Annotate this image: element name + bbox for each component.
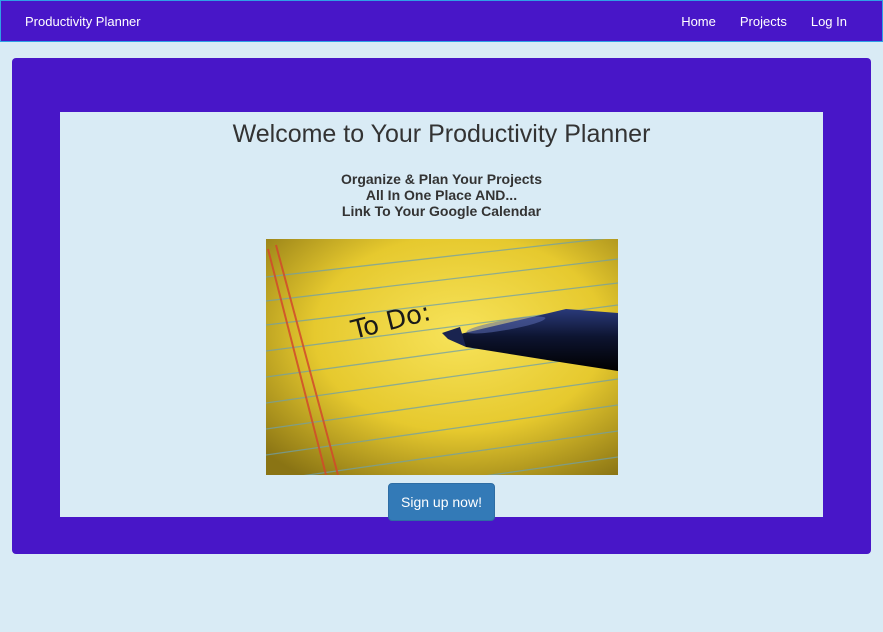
todo-notepad-image: To Do: (265, 239, 618, 475)
tagline: Organize & Plan Your Projects All In One… (60, 171, 823, 219)
navbar: Productivity Planner Home Projects Log I… (0, 0, 883, 42)
nav-links: Home Projects Log In (657, 14, 847, 29)
tagline-line: Organize & Plan Your Projects (341, 171, 542, 187)
tagline-line: Link To Your Google Calendar (341, 203, 542, 219)
hero-panel: Welcome to Your Productivity Planner Org… (12, 58, 871, 554)
hero-content: Welcome to Your Productivity Planner Org… (60, 112, 823, 521)
nav-link-login[interactable]: Log In (811, 14, 847, 29)
nav-link-projects[interactable]: Projects (740, 14, 787, 29)
brand-link[interactable]: Productivity Planner (25, 14, 141, 29)
page-title: Welcome to Your Productivity Planner (232, 120, 651, 148)
nav-link-home[interactable]: Home (681, 14, 716, 29)
tagline-line: All In One Place AND... (365, 187, 518, 203)
signup-button[interactable]: Sign up now! (388, 483, 495, 521)
